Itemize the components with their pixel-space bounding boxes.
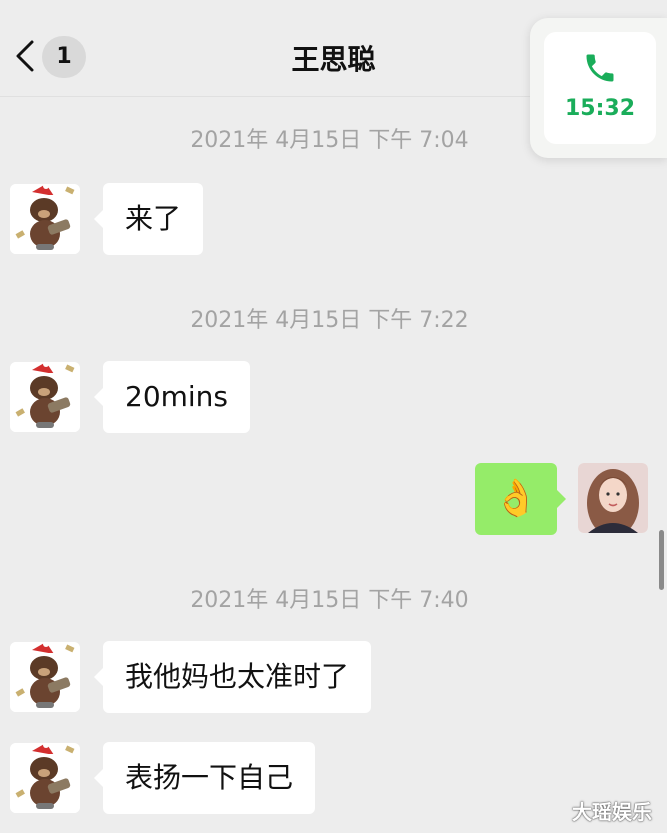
bear-santa-hat-avatar-icon: [10, 642, 80, 712]
bear-santa-hat-avatar-icon: [10, 362, 80, 432]
contact-avatar[interactable]: [10, 743, 80, 813]
bear-santa-hat-avatar-icon: [10, 743, 80, 813]
unread-count-badge[interactable]: 1: [42, 36, 86, 78]
incoming-message-bubble[interactable]: 表扬一下自己: [93, 742, 316, 814]
contact-avatar[interactable]: [10, 362, 80, 432]
call-duration: 15:32: [564, 96, 636, 121]
incoming-message-bubble[interactable]: 20mins: [93, 361, 251, 433]
ok-hand-emoji: 👌: [493, 478, 539, 519]
phone-icon: [586, 54, 614, 82]
timestamp: 2021年 4月15日 下午 7:22: [190, 308, 469, 333]
timestamp: 2021年 4月15日 下午 7:04: [190, 128, 469, 153]
contact-avatar[interactable]: [10, 184, 80, 254]
contact-avatar[interactable]: [10, 642, 80, 712]
watermark: 大瑶娱乐: [572, 800, 652, 824]
scrollbar[interactable]: [659, 530, 664, 590]
my-avatar[interactable]: [578, 463, 648, 533]
chat-title: 王思聪: [291, 43, 376, 76]
back-button[interactable]: [10, 36, 40, 76]
chevron-left-icon: [16, 40, 34, 72]
timestamp: 2021年 4月15日 下午 7:40: [190, 588, 469, 613]
incoming-message-bubble[interactable]: 我他妈也太准时了: [93, 641, 372, 713]
girl-photo-avatar-icon: [578, 463, 648, 533]
incoming-message-bubble[interactable]: 来了: [93, 183, 204, 255]
bear-santa-hat-avatar-icon: [10, 184, 80, 254]
outgoing-message-bubble[interactable]: 👌: [475, 463, 566, 535]
